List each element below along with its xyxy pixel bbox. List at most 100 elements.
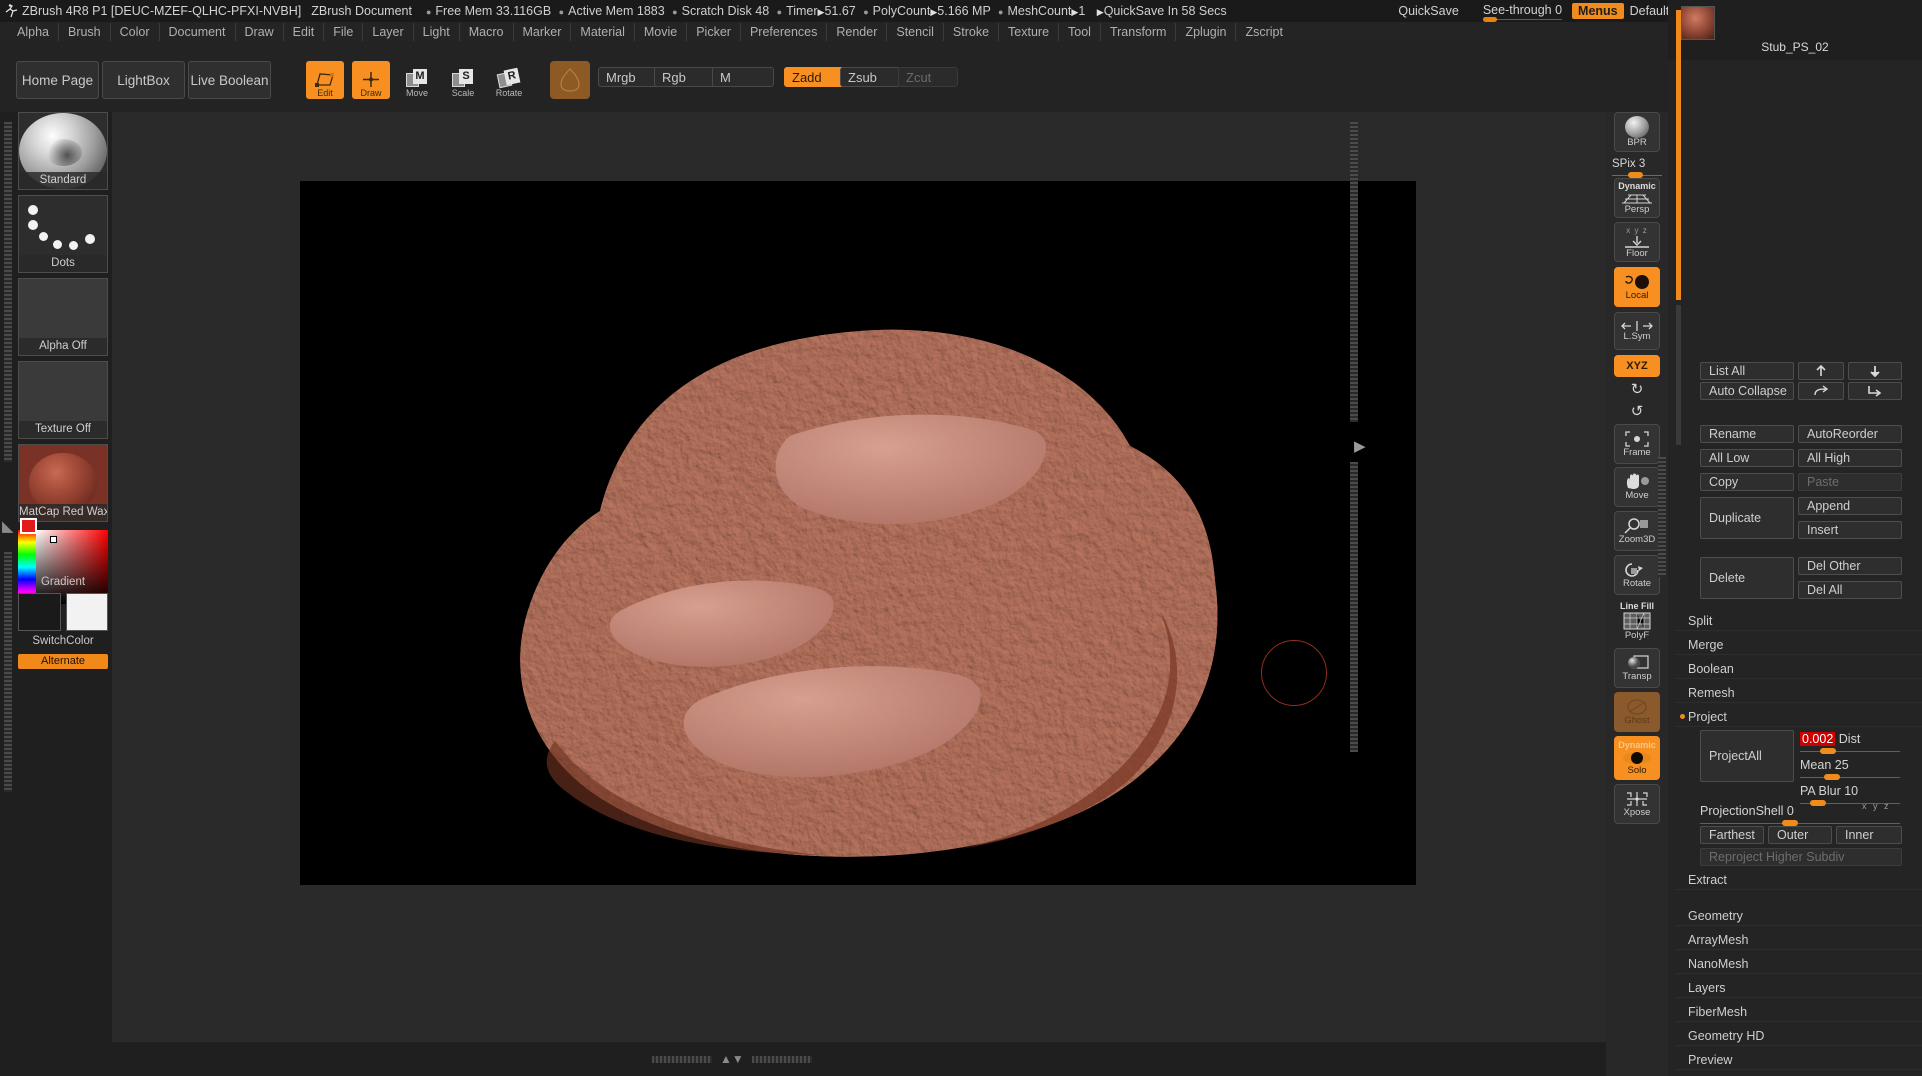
menu-item-preferences[interactable]: Preferences <box>740 23 826 41</box>
xpose-button[interactable]: Xpose <box>1614 784 1660 824</box>
floor-axes-label[interactable]: x y z <box>1626 226 1647 235</box>
ghost-button[interactable]: Ghost <box>1614 692 1660 732</box>
right-strip-grip[interactable] <box>1658 457 1666 577</box>
panel-section-preview[interactable]: Preview <box>1676 1050 1922 1070</box>
del-other-button[interactable]: Del Other <box>1798 557 1902 575</box>
canvas-grip-lower[interactable] <box>1350 462 1358 752</box>
menu-item-texture[interactable]: Texture <box>998 23 1058 41</box>
polyframe-button[interactable]: Line Fill PolyF <box>1614 598 1660 644</box>
projection-axes[interactable]: x y z <box>1862 801 1891 811</box>
current-color-swatch[interactable] <box>20 518 37 534</box>
zsub-button[interactable]: Zsub <box>840 67 900 87</box>
copy-button[interactable]: Copy <box>1700 473 1794 491</box>
move-down-button[interactable] <box>1848 362 1902 380</box>
menu-item-render[interactable]: Render <box>826 23 886 41</box>
panel-section-geometry[interactable]: Geometry <box>1676 906 1922 926</box>
menu-item-zscript[interactable]: Zscript <box>1235 23 1292 41</box>
stroke-selector[interactable]: Dots <box>18 195 108 273</box>
live-boolean-button[interactable]: Live Boolean <box>188 61 271 99</box>
panel-section-arraymesh[interactable]: ArrayMesh <box>1676 930 1922 950</box>
all-high-button[interactable]: All High <box>1798 449 1902 467</box>
zcut-button[interactable]: Zcut <box>898 67 958 87</box>
quicksave-button[interactable]: QuickSave <box>1384 4 1472 18</box>
left-shelf-grip-top[interactable] <box>4 122 12 462</box>
delete-button[interactable]: Delete <box>1700 557 1794 599</box>
menu-item-tool[interactable]: Tool <box>1058 23 1100 41</box>
floor-button[interactable]: x y z Floor <box>1614 222 1660 262</box>
boolean-section[interactable]: Boolean <box>1676 659 1922 679</box>
all-low-button[interactable]: All Low <box>1700 449 1794 467</box>
local-button[interactable]: Local <box>1614 267 1660 307</box>
home-page-button[interactable]: Home Page <box>16 61 99 99</box>
project-section[interactable]: Project <box>1676 707 1922 727</box>
y-symmetry-button[interactable]: ↻ <box>1614 379 1660 399</box>
sv-cursor[interactable] <box>50 536 57 543</box>
panel-section-nanomesh[interactable]: NanoMesh <box>1676 954 1922 974</box>
menu-item-zplugin[interactable]: Zplugin <box>1175 23 1235 41</box>
menu-item-layer[interactable]: Layer <box>362 23 412 41</box>
project-all-button[interactable]: ProjectAll <box>1700 730 1794 782</box>
mean-knob[interactable] <box>1824 774 1840 780</box>
canvas-grip-bottom-left[interactable] <box>652 1056 712 1063</box>
rotate-nav-button[interactable]: Rotate <box>1614 555 1660 595</box>
m-button[interactable]: M <box>712 67 774 87</box>
menu-item-stroke[interactable]: Stroke <box>943 23 998 41</box>
panel-scroll-track[interactable] <box>1676 305 1681 445</box>
canvas-grip-upper[interactable] <box>1350 122 1358 422</box>
sculpted-rock-mesh[interactable] <box>300 181 1416 885</box>
left-shelf-collapse-arrow[interactable]: ◣ <box>2 517 14 535</box>
material-preview-button[interactable] <box>550 61 590 99</box>
menus-button[interactable]: Menus <box>1572 3 1624 19</box>
see-through-knob[interactable] <box>1483 17 1497 22</box>
canvas-area[interactable]: ▶ <box>112 112 1606 1042</box>
move-in-button[interactable] <box>1848 382 1902 400</box>
remesh-section[interactable]: Remesh <box>1676 683 1922 703</box>
zadd-button[interactable]: Zadd <box>784 67 844 87</box>
menu-item-picker[interactable]: Picker <box>686 23 740 41</box>
menu-item-marker[interactable]: Marker <box>513 23 571 41</box>
document-viewport[interactable] <box>300 181 1416 885</box>
rgb-button[interactable]: Rgb <box>654 67 716 87</box>
merge-section[interactable]: Merge <box>1676 635 1922 655</box>
mean-slider[interactable]: Mean 25 <box>1800 756 1900 778</box>
move-out-button[interactable] <box>1798 382 1844 400</box>
left-shelf-grip-bottom[interactable] <box>4 552 12 792</box>
scale-mode-button[interactable]: S Scale <box>444 61 482 99</box>
outer-button[interactable]: Outer <box>1768 826 1832 844</box>
transparency-button[interactable]: Transp <box>1614 648 1660 688</box>
menu-item-document[interactable]: Document <box>159 23 235 41</box>
texture-selector[interactable]: Texture Off <box>18 361 108 439</box>
z-symmetry-button[interactable]: ↺ <box>1614 401 1660 421</box>
inner-button[interactable]: Inner <box>1836 826 1902 844</box>
mrgb-button[interactable]: Mrgb <box>598 67 660 87</box>
del-all-button[interactable]: Del All <box>1798 581 1902 599</box>
primary-secondary-colors[interactable] <box>18 593 108 631</box>
see-through-slider[interactable]: See-through 0 <box>1473 3 1572 20</box>
alpha-selector[interactable]: Alpha Off <box>18 278 108 356</box>
menu-item-stencil[interactable]: Stencil <box>886 23 943 41</box>
perspective-button[interactable]: Dynamic Persp <box>1614 178 1660 218</box>
dist-knob[interactable] <box>1820 748 1836 754</box>
menu-item-macro[interactable]: Macro <box>459 23 513 41</box>
panel-section-fibermesh[interactable]: FiberMesh <box>1676 1002 1922 1022</box>
menu-item-draw[interactable]: Draw <box>235 23 283 41</box>
spix-slider[interactable]: SPix 3 <box>1612 154 1662 176</box>
menu-item-alpha[interactable]: Alpha <box>8 23 58 41</box>
menu-item-edit[interactable]: Edit <box>283 23 324 41</box>
move-up-button[interactable] <box>1798 362 1844 380</box>
switch-color-label[interactable]: SwitchColor <box>18 635 108 647</box>
canvas-grip-bottom-right[interactable] <box>752 1056 812 1063</box>
dist-slider[interactable]: 0.002 Dist <box>1800 730 1900 752</box>
bpr-render-button[interactable]: BPR <box>1614 112 1660 152</box>
rotate-mode-button[interactable]: R Rotate <box>490 61 528 99</box>
move-mode-button[interactable]: M Move <box>398 61 436 99</box>
panel-section-geometry-hd[interactable]: Geometry HD <box>1676 1026 1922 1046</box>
primary-color-swatch[interactable] <box>18 593 61 631</box>
edit-mode-button[interactable]: Edit <box>306 61 344 99</box>
solo-button[interactable]: Dynamic Solo <box>1614 736 1660 780</box>
reproject-higher-subdiv-button[interactable]: Reproject Higher Subdiv <box>1700 848 1902 866</box>
subtool-thumbnail[interactable] <box>1681 6 1715 40</box>
brush-selector[interactable]: Standard <box>18 112 108 190</box>
canvas-right-arrow[interactable]: ▶ <box>1354 437 1366 455</box>
duplicate-button[interactable]: Duplicate <box>1700 497 1794 539</box>
